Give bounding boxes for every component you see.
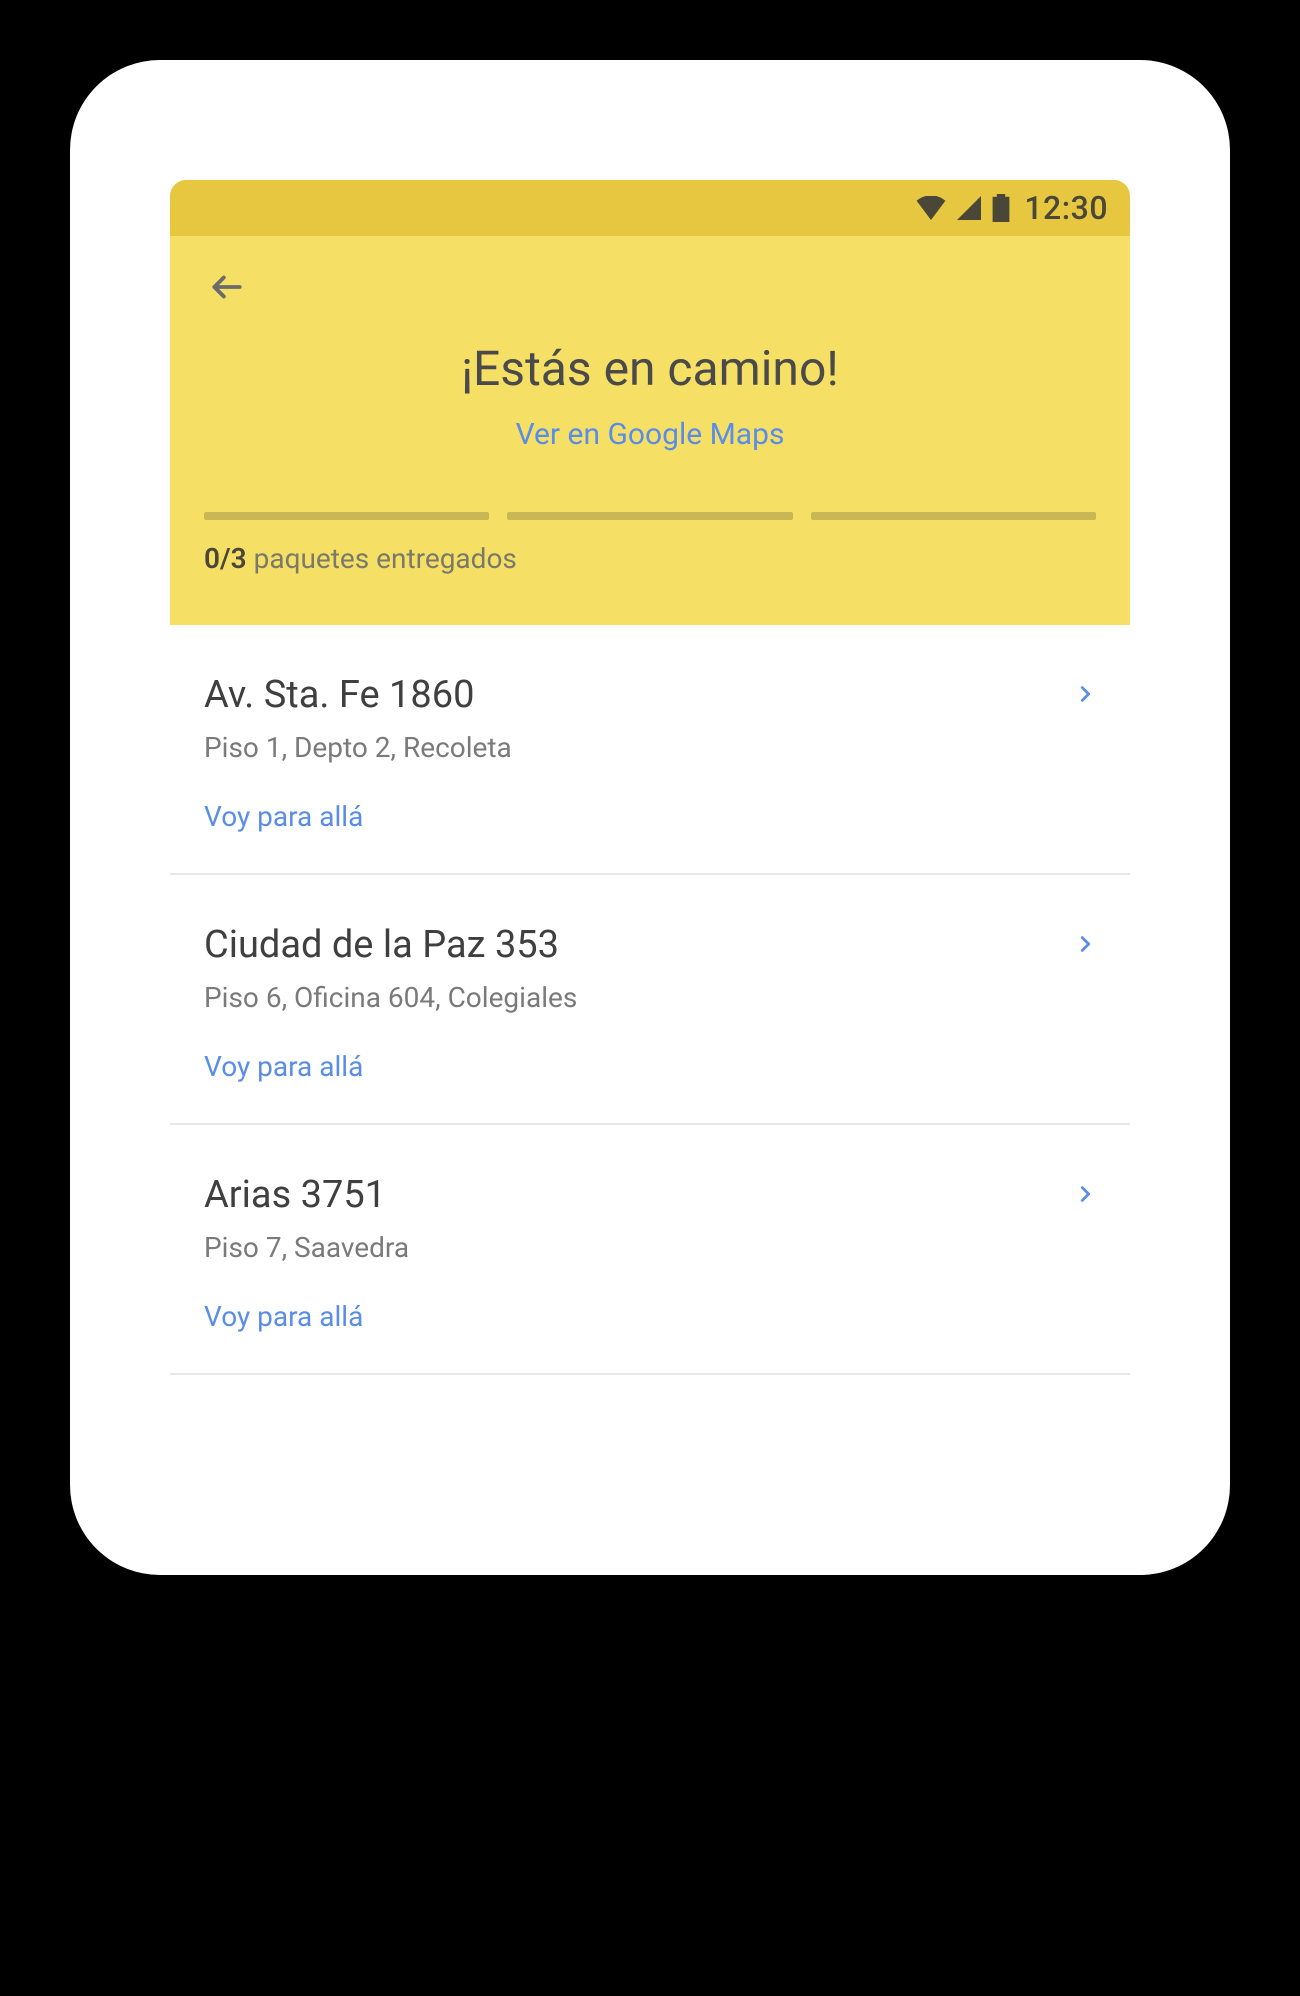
progress-segment [507,512,792,520]
device-frame: 12:30 ¡Estás en camino! Ver en Google Ma… [70,60,1230,1575]
stop-item[interactable]: Ciudad de la Paz 353 Piso 6, Oficina 604… [170,875,1130,1125]
delivered-count: 0/3 [204,542,247,575]
hero-header: ¡Estás en camino! Ver en Google Maps 0/3… [170,236,1130,625]
stop-address: Arias 3751 [204,1173,1096,1217]
stop-detail: Piso 1, Depto 2, Recoleta [204,731,1096,764]
phone-screen: 12:30 ¡Estás en camino! Ver en Google Ma… [170,180,1130,1375]
open-maps-link[interactable]: Ver en Google Maps [204,417,1096,452]
going-link[interactable]: Voy para allá [204,800,363,833]
chevron-right-icon [1074,1183,1096,1209]
stop-address: Ciudad de la Paz 353 [204,923,1096,967]
status-bar: 12:30 [170,180,1130,236]
delivered-counter: 0/3 paquetes entregados [204,542,1096,575]
going-link[interactable]: Voy para allá [204,1050,363,1083]
delivered-label: paquetes entregados [254,542,517,575]
stop-detail: Piso 7, Saavedra [204,1231,1096,1264]
page-title: ¡Estás en camino! [204,340,1096,397]
chevron-right-icon [1074,933,1096,959]
clock: 12:30 [1024,189,1108,227]
stop-address: Av. Sta. Fe 1860 [204,673,1096,717]
stop-detail: Piso 6, Oficina 604, Colegiales [204,981,1096,1014]
progress-segment [204,512,489,520]
going-link[interactable]: Voy para allá [204,1300,363,1333]
progress-segment [811,512,1096,520]
chevron-right-icon [1074,683,1096,709]
progress-bar [204,512,1096,520]
back-button[interactable] [204,264,250,310]
cellular-icon [956,196,982,220]
battery-icon [992,194,1010,222]
stop-item[interactable]: Arias 3751 Piso 7, Saavedra Voy para all… [170,1125,1130,1375]
arrow-left-icon [208,268,246,306]
stops-list: Av. Sta. Fe 1860 Piso 1, Depto 2, Recole… [170,625,1130,1375]
wifi-icon [916,196,946,220]
stop-item[interactable]: Av. Sta. Fe 1860 Piso 1, Depto 2, Recole… [170,625,1130,875]
